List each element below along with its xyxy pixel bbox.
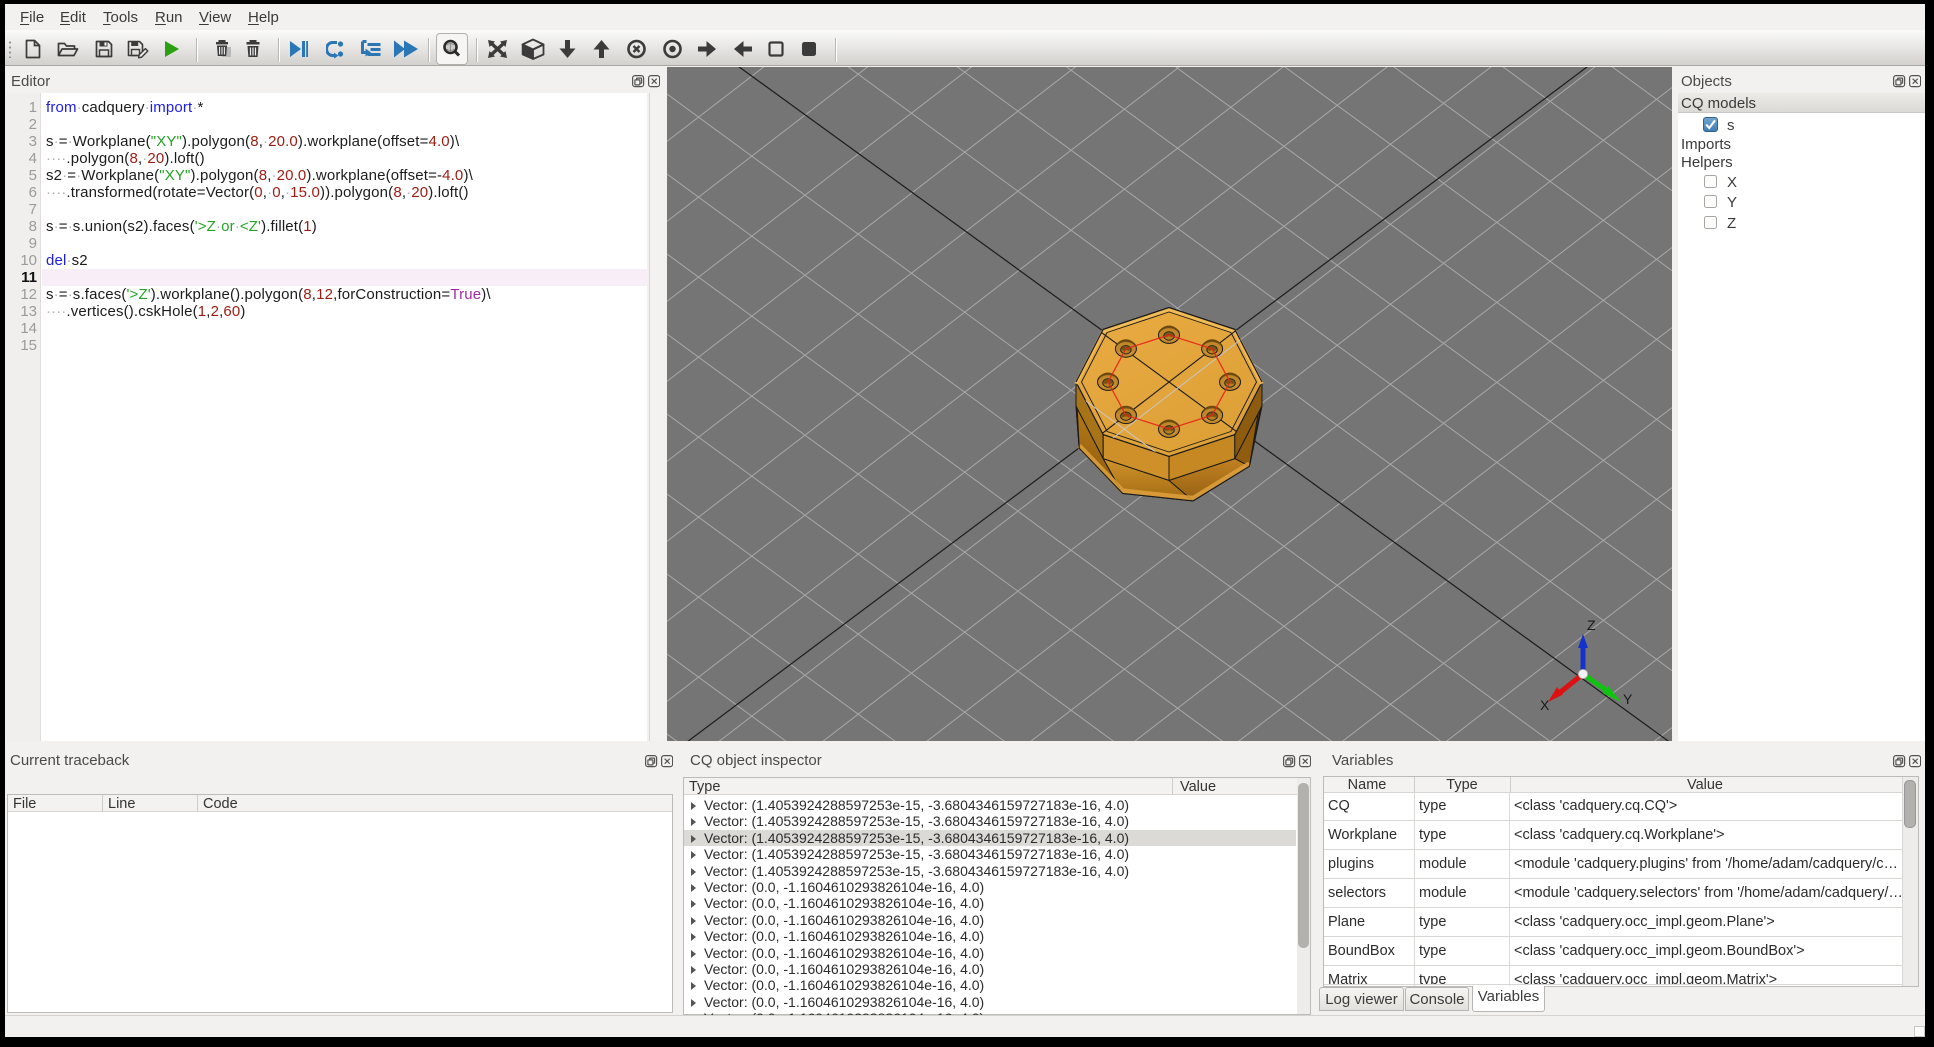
svg-text:X: X <box>1540 697 1550 713</box>
svg-text:Z: Z <box>1587 617 1596 633</box>
svg-text:Y: Y <box>1623 691 1633 707</box>
